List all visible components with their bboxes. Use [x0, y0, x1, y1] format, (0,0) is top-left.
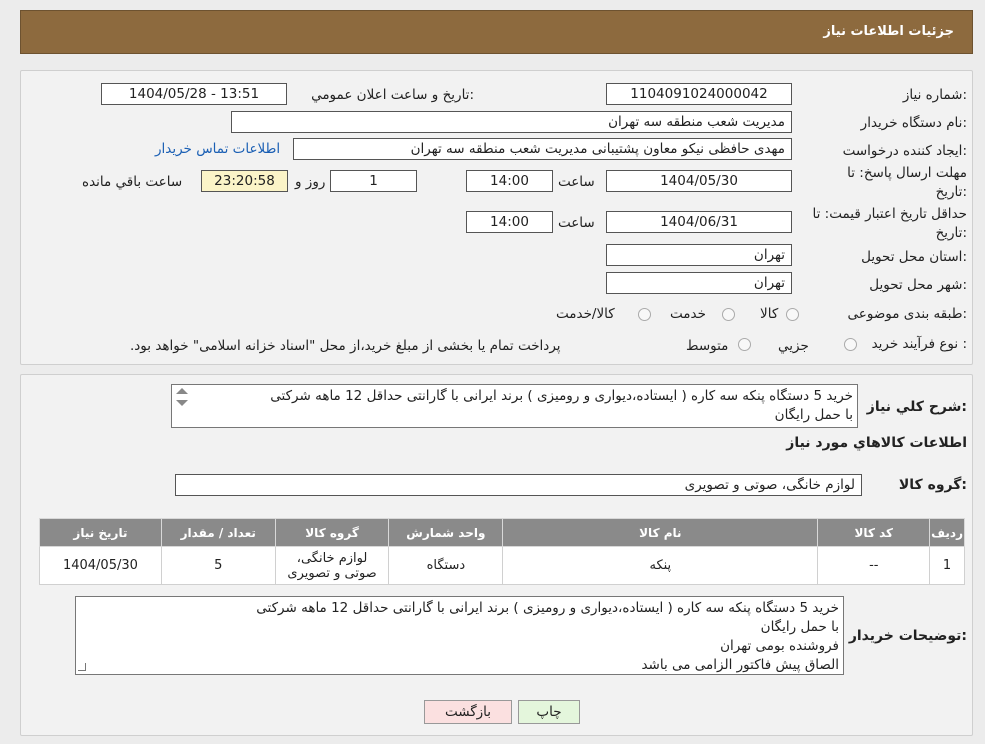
contact-buyer-link[interactable]: اطلاعات تماس خریدار: [155, 141, 280, 157]
city-label: شهر محل تحویل:: [869, 277, 967, 293]
back-button[interactable]: بازگشت: [424, 700, 512, 724]
items-table: ردیف کد کالا نام کالا واحد شمارش گروه کا…: [39, 518, 965, 585]
category-goods-radio[interactable]: [786, 308, 799, 321]
category-label: طبقه بندی موضوعی:: [847, 306, 967, 322]
items-table-header: ردیف کد کالا نام کالا واحد شمارش گروه کا…: [39, 518, 965, 547]
remaining-days-field: 1: [330, 170, 417, 192]
summary-scroll-down-icon[interactable]: [176, 400, 188, 406]
buyer-notes-line-2: با حمل رایگان: [760, 619, 839, 635]
validity-time-label: ساعت: [558, 215, 595, 231]
process-medium-label: متوسط: [686, 338, 729, 354]
remaining-label: ساعت باقي مانده: [82, 174, 183, 190]
process-minor-radio[interactable]: [844, 338, 857, 351]
category-goods-service-label: کالا/خدمت: [556, 306, 615, 322]
process-minor-label: جزيي: [778, 338, 809, 354]
col-group: گروه کالا: [274, 518, 390, 547]
process-medium-radio[interactable]: [738, 338, 751, 351]
days-label: روز و: [295, 174, 326, 190]
page-header: جزئیات اطلاعات نیاز: [20, 10, 973, 54]
buyer-notes-label: توضیحات خریدار:: [848, 628, 967, 644]
col-qty: تعداد / مقدار: [160, 518, 276, 547]
buyer-notes-textarea[interactable]: خرید 5 دستگاه پنکه سه کاره ( ایستاده،دیو…: [75, 596, 844, 675]
deadline-time-field: 14:00: [466, 170, 553, 192]
remaining-time-field: 23:20:58: [201, 170, 288, 192]
row-date: 1404/05/30: [39, 546, 162, 585]
deadline-label-date: تاریخ:: [935, 184, 967, 200]
buyer-org-field: مدیریت شعب منطقه سه تهران: [231, 111, 792, 133]
announce-label: تاريخ و ساعت اعلان عمومي:: [311, 87, 474, 103]
deadline-label: مهلت ارسال پاسخ: تا: [847, 165, 967, 181]
col-name: نام کالا: [502, 518, 819, 547]
province-label: استان محل تحویل:: [861, 249, 967, 265]
category-goods-label: کالا: [760, 306, 779, 322]
category-service-radio[interactable]: [722, 308, 735, 321]
row-group-line-1: لوازم خانگی،: [296, 550, 368, 566]
validity-date-field: 1404/06/31: [606, 211, 792, 233]
goods-group-label: گروه کالا:: [898, 477, 967, 493]
province-field: تهران: [606, 244, 792, 266]
process-label: نوع فرآیند خرید :: [871, 336, 967, 352]
validity-label-date: تاریخ:: [935, 225, 967, 241]
category-service-label: خدمت: [670, 306, 706, 322]
row-group-line-2: صوتی و تصویری: [287, 565, 377, 581]
need-number-label: شماره نیاز:: [902, 87, 967, 103]
process-note: پرداخت تمام یا بخشی از مبلغ خرید،از محل …: [130, 338, 561, 354]
col-index: ردیف: [929, 518, 965, 547]
row-qty: 5: [160, 546, 276, 585]
requester-field: مهدی حافظی نیکو معاون پشتیبانی مدیریت شع…: [293, 138, 792, 160]
buyer-org-label: نام دستگاه خریدار:: [860, 115, 967, 131]
summary-label: شرح کلي نياز:: [866, 399, 967, 415]
row-group: لوازم خانگی، صوتی و تصویری: [274, 546, 390, 585]
city-field: تهران: [606, 272, 792, 294]
goods-group-field: لوازم خانگی، صوتی و تصویری: [175, 474, 862, 496]
deadline-time-label: ساعت: [558, 174, 595, 190]
print-button[interactable]: چاپ: [518, 700, 580, 724]
summary-scroll-up-icon[interactable]: [176, 388, 188, 394]
page-title: جزئیات اطلاعات نیاز: [823, 24, 954, 39]
summary-line-1: خرید 5 دستگاه پنکه سه کاره ( ایستاده،دیو…: [270, 388, 853, 404]
buyer-notes-line-1: خرید 5 دستگاه پنکه سه کاره ( ایستاده،دیو…: [256, 600, 839, 616]
validity-time-field: 14:00: [466, 211, 553, 233]
need-number-field: 1104091024000042: [606, 83, 792, 105]
table-row: 1 -- پنکه دستگاه لوازم خانگی، صوتی و تصو…: [39, 546, 965, 585]
deadline-date-field: 1404/05/30: [606, 170, 792, 192]
row-code: --: [817, 546, 931, 585]
category-goods-service-radio[interactable]: [638, 308, 651, 321]
row-name: پنکه: [502, 546, 819, 585]
row-index: 1: [929, 546, 965, 585]
col-code: کد کالا: [817, 518, 931, 547]
announce-field: 1404/05/28 - 13:51: [101, 83, 287, 105]
row-unit: دستگاه: [388, 546, 504, 585]
requester-label: ایجاد کننده درخواست:: [842, 143, 967, 159]
resize-grip-icon[interactable]: [78, 663, 86, 671]
col-unit: واحد شمارش: [388, 518, 504, 547]
validity-label: حداقل تاریخ اعتبار قیمت: تا: [812, 206, 967, 222]
goods-section-title: اطلاعات کالاهاي مورد نياز: [786, 435, 967, 451]
col-date: تاریخ نیاز: [39, 518, 162, 547]
summary-line-2: با حمل رایگان: [774, 407, 853, 423]
buyer-notes-line-4: الصاق پیش فاکتور الزامی می باشد: [641, 657, 839, 673]
buyer-notes-line-3: فروشنده بومی تهران: [720, 638, 839, 654]
summary-textarea[interactable]: خرید 5 دستگاه پنکه سه کاره ( ایستاده،دیو…: [171, 384, 858, 428]
